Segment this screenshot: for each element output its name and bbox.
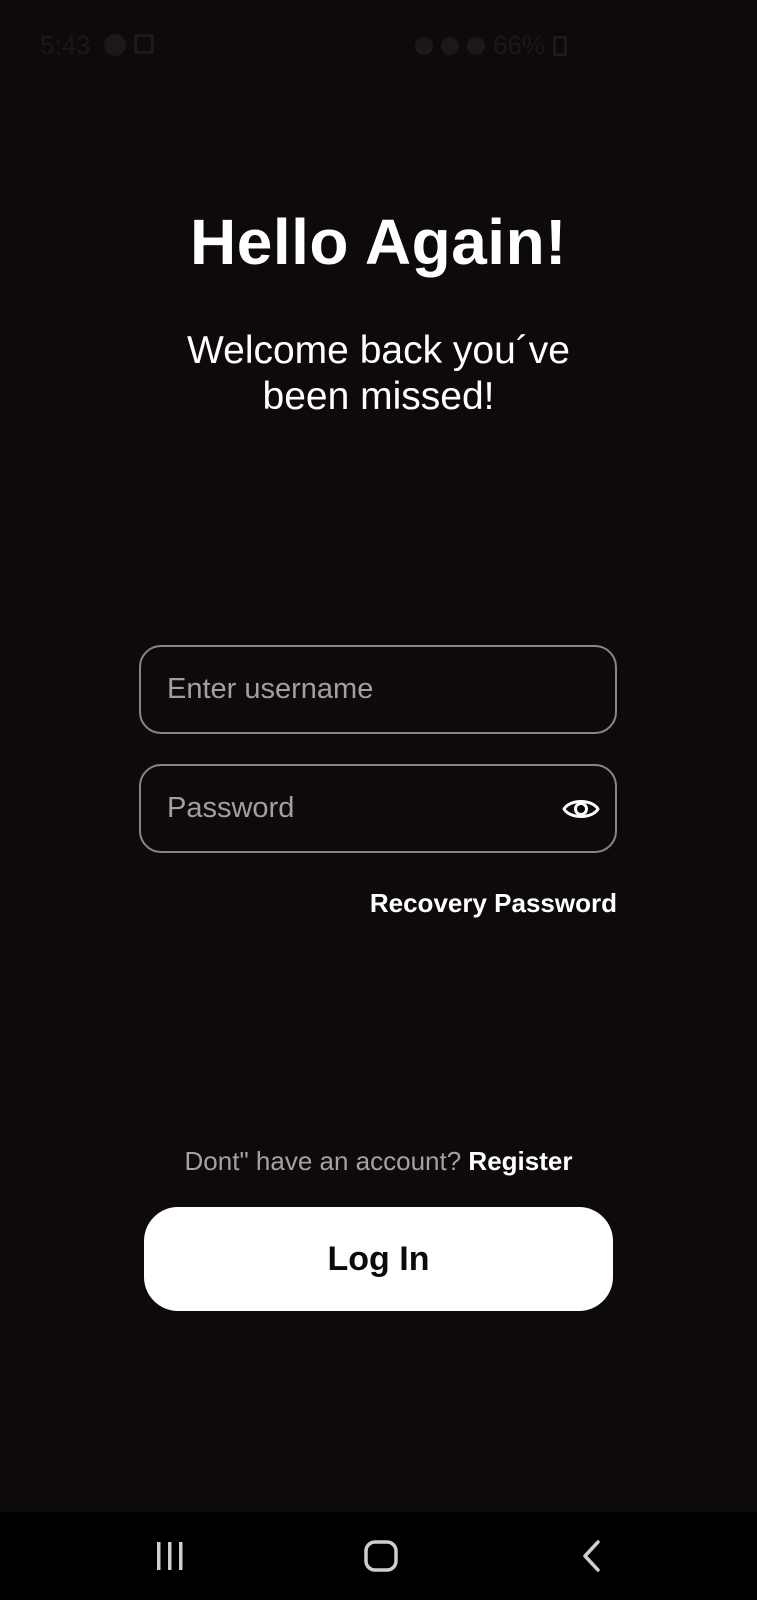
- username-input[interactable]: [167, 647, 547, 732]
- notification-app-icon: [104, 34, 126, 56]
- wifi-icon: [440, 36, 459, 55]
- airplane-icon: [466, 36, 485, 55]
- recovery-password-link[interactable]: Recovery Password: [370, 888, 617, 919]
- password-field[interactable]: [139, 764, 617, 853]
- status-notification-icons: [104, 34, 154, 56]
- register-prompt-row: Dont" have an account? Register: [0, 1146, 757, 1177]
- image-notification-icon: [134, 34, 154, 54]
- subtitle-line-1: Welcome back you´ve: [187, 329, 570, 372]
- system-nav-bar: [0, 1512, 757, 1600]
- home-button[interactable]: [351, 1526, 411, 1586]
- status-bar: 5:43 66%: [0, 0, 757, 92]
- page-title: Hello Again!: [190, 206, 567, 278]
- back-icon: [583, 1540, 600, 1572]
- welcome-subtitle: Welcome back you´ve been missed!: [0, 328, 757, 420]
- username-field[interactable]: [139, 645, 617, 734]
- recents-button[interactable]: [140, 1526, 200, 1586]
- password-input[interactable]: [167, 766, 547, 851]
- status-time: 5:43: [40, 30, 91, 60]
- battery-percent: 66%: [492, 30, 545, 60]
- battery-icon: [553, 35, 567, 56]
- eye-icon: [562, 800, 600, 818]
- login-button[interactable]: Log In: [144, 1207, 613, 1311]
- show-password-toggle[interactable]: [561, 789, 601, 829]
- subtitle-line-2: been missed!: [262, 375, 495, 418]
- recents-icon: [157, 1542, 183, 1570]
- status-system-icons: 66%: [414, 30, 567, 61]
- mute-icon: [414, 36, 433, 55]
- register-prompt-text: Dont" have an account?: [184, 1146, 462, 1176]
- back-button[interactable]: [562, 1526, 622, 1586]
- home-icon: [364, 1540, 398, 1572]
- register-link[interactable]: Register: [468, 1146, 572, 1176]
